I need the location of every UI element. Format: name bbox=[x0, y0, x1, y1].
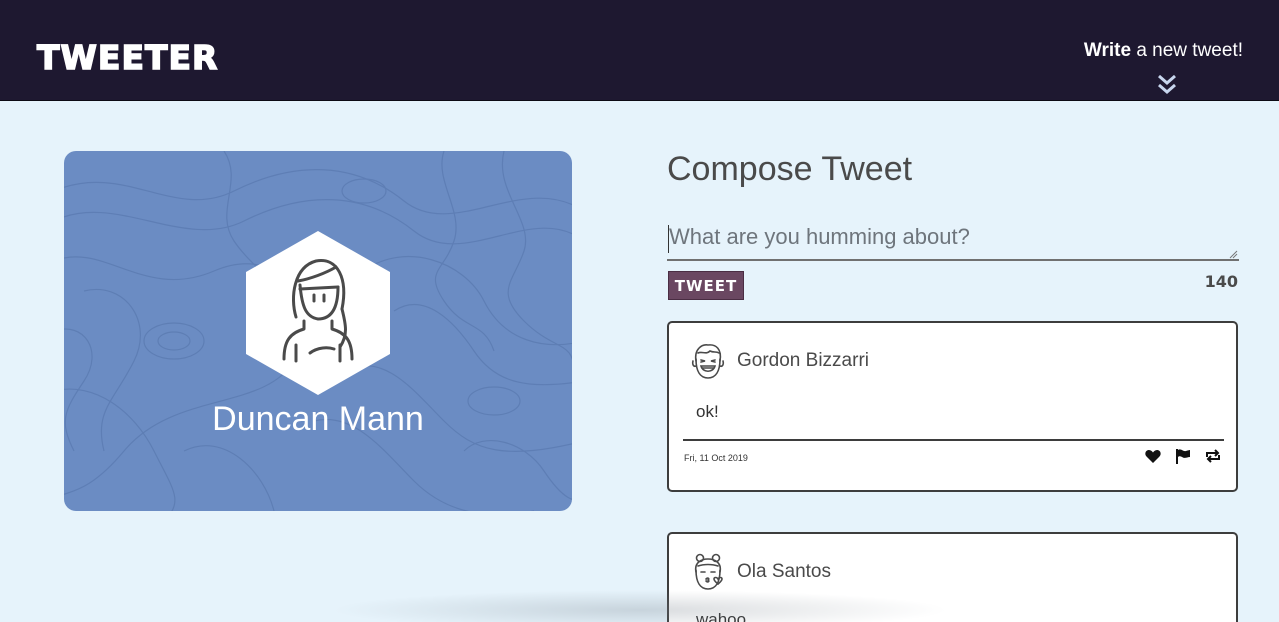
profile-card: Duncan Mann bbox=[64, 151, 572, 511]
profile-name: Duncan Mann bbox=[212, 400, 424, 438]
tweet-body-text: ok! bbox=[696, 402, 719, 421]
tweet-author-name: Ola Santos bbox=[737, 561, 831, 582]
tweet-text-input[interactable] bbox=[667, 222, 1239, 261]
retweet-icon[interactable] bbox=[1204, 447, 1222, 465]
tweet-button[interactable]: TWEET bbox=[668, 271, 744, 300]
resize-grip-icon[interactable] bbox=[1228, 249, 1238, 259]
text-caret bbox=[668, 225, 669, 253]
double-chevron-down-icon[interactable] bbox=[1155, 74, 1179, 98]
tweet-date: Fri, 11 Oct 2019 bbox=[684, 453, 748, 463]
tweet-author-name: Gordon Bizzarri bbox=[737, 350, 869, 371]
write-bold-label: Write bbox=[1083, 40, 1132, 61]
compose-title: Compose Tweet bbox=[667, 150, 913, 188]
tweet-card: Gordon Bizzarri ok! Fri, 11 Oct 2019 bbox=[667, 321, 1238, 492]
laughing-man-avatar-icon bbox=[691, 344, 725, 379]
tweet-actions bbox=[1144, 447, 1222, 465]
heart-icon[interactable] bbox=[1144, 447, 1162, 465]
write-new-tweet-link[interactable]: Write a new tweet! bbox=[1084, 40, 1243, 62]
write-rest-label: a new tweet! bbox=[1131, 40, 1243, 61]
bottom-shadow bbox=[330, 590, 950, 622]
brand-logo[interactable]: TWEETER bbox=[36, 37, 218, 78]
girl-avatar-icon bbox=[246, 231, 390, 395]
kissing-girl-avatar-icon bbox=[694, 553, 723, 590]
tweet-divider bbox=[683, 439, 1224, 441]
character-counter: 140 bbox=[1204, 272, 1238, 291]
flag-icon[interactable] bbox=[1174, 447, 1192, 465]
top-nav: TWEETER Write a new tweet! bbox=[0, 0, 1279, 101]
